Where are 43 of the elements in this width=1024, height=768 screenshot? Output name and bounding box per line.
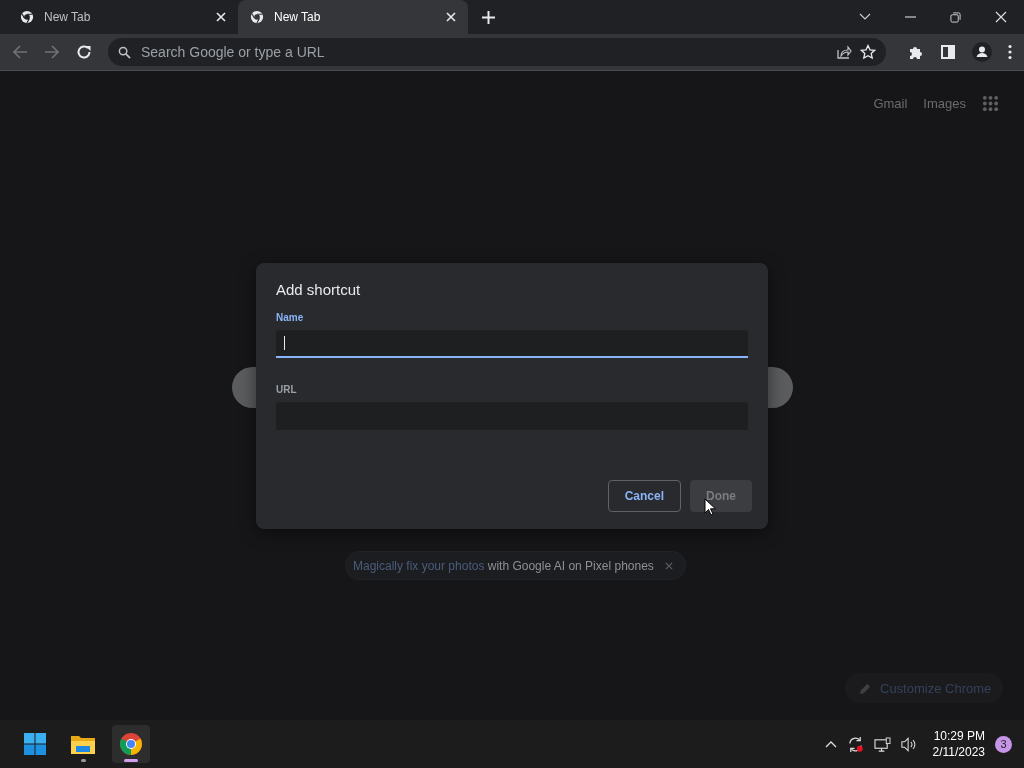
more-menu-icon[interactable]	[1008, 44, 1012, 60]
profile-icon[interactable]	[972, 42, 992, 62]
browser-tab[interactable]: New Tab	[8, 0, 238, 34]
clock[interactable]: 10:29 PM 2/11/2023	[932, 729, 985, 759]
star-icon[interactable]	[860, 44, 876, 60]
chrome-icon	[20, 10, 34, 24]
input-field[interactable]	[276, 330, 748, 358]
cancel-button[interactable]: Cancel	[607, 480, 681, 512]
back-icon[interactable]	[12, 44, 28, 60]
chrome-icon	[250, 10, 264, 24]
puzzle-icon[interactable]	[908, 44, 924, 60]
tab-title: New Tab	[274, 10, 322, 24]
notification-badge[interactable]: 3	[995, 735, 1012, 753]
share-icon[interactable]	[836, 44, 852, 60]
new-tab-icon[interactable]	[482, 10, 495, 24]
folder-icon	[70, 733, 96, 755]
windows-logo-icon	[23, 732, 47, 756]
side-panel-icon[interactable]	[940, 44, 956, 60]
field-label: URL	[276, 384, 298, 395]
restore-icon[interactable]	[950, 11, 961, 23]
network-icon[interactable]	[873, 736, 891, 752]
forward-icon[interactable]	[44, 44, 60, 60]
date-text: 2/11/2023	[932, 745, 985, 759]
search-icon	[118, 45, 131, 59]
cursor-icon	[704, 498, 716, 516]
header-link[interactable]: Images	[923, 96, 966, 111]
chevron-down-icon[interactable]	[859, 13, 871, 21]
tab-title: New Tab	[44, 10, 92, 24]
time-text: 10:29 PM	[933, 729, 985, 743]
sync-icon[interactable]	[846, 735, 864, 753]
apps-grid-icon[interactable]	[982, 95, 999, 112]
browser-tab[interactable]: New Tab	[238, 0, 468, 34]
address-bar[interactable]: Search Google or type a URL	[108, 38, 886, 66]
chevron-up-icon[interactable]	[824, 740, 837, 748]
chrome-icon	[119, 732, 143, 756]
reload-icon[interactable]	[76, 44, 92, 60]
chrome-button[interactable]	[112, 725, 150, 763]
dialog-title: Add shortcut	[276, 281, 362, 298]
promo-text: Magically fix your photos with Google AI on Pixel phones	[353, 558, 654, 573]
field-label: Name	[276, 312, 305, 323]
pencil-icon	[859, 681, 872, 695]
header-link[interactable]: Gmail	[873, 96, 908, 111]
volume-icon[interactable]	[900, 736, 917, 752]
